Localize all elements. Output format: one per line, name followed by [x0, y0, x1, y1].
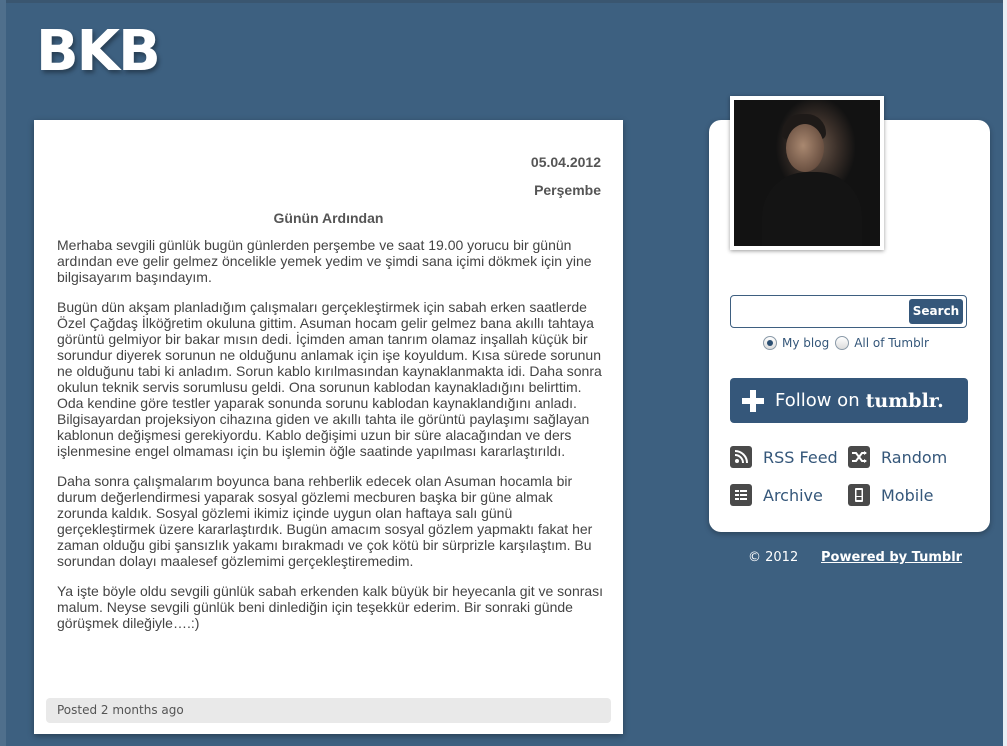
- scope-all-radio[interactable]: [835, 336, 850, 350]
- post-paragraph: Ya işte böyle oldu sevgili günlük sabah …: [57, 583, 604, 631]
- mobile-link[interactable]: Mobile: [848, 484, 933, 506]
- scope-my-blog-label[interactable]: My blog: [782, 336, 829, 350]
- window-frame-left: [0, 0, 6, 746]
- mobile-label: Mobile: [881, 485, 934, 505]
- window-frame-right: [1003, 0, 1007, 746]
- random-link[interactable]: Random: [848, 446, 947, 468]
- window-frame-top: [0, 0, 1007, 3]
- follow-label: Follow on: [775, 390, 860, 411]
- powered-by-tumblr-link[interactable]: Powered by Tumblr: [821, 550, 962, 565]
- scope-all-label[interactable]: All of Tumblr: [854, 336, 929, 350]
- avatar-face: [786, 124, 824, 172]
- rss-feed-label: RSS Feed: [763, 447, 838, 467]
- blog-title[interactable]: BKB: [36, 20, 161, 84]
- post-permalink[interactable]: Posted 2 months ago: [46, 698, 611, 723]
- avatar[interactable]: [730, 96, 884, 250]
- search-input[interactable]: Search: [730, 295, 967, 328]
- scope-my-blog-radio[interactable]: [763, 336, 777, 350]
- post-date: 05.04.2012: [530, 154, 601, 170]
- rss-icon: [730, 446, 752, 468]
- plus-icon: [742, 389, 764, 412]
- avatar-torso: [762, 172, 862, 246]
- post-card: 05.04.2012 Perşembe Günün Ardından Merha…: [34, 120, 623, 734]
- post-paragraph: Bugün dün akşam planladığım çalışmaları …: [57, 299, 602, 459]
- post-body: Merhaba sevgili günlük bugün günlerden p…: [57, 237, 604, 645]
- archive-icon: [730, 484, 752, 506]
- post-paragraph: Merhaba sevgili günlük bugün günlerden p…: [57, 237, 592, 285]
- post-paragraph: Daha sonra çalışmalarım boyunca bana reh…: [57, 473, 593, 569]
- copyright: © 2012: [748, 550, 799, 565]
- shuffle-icon: [848, 446, 870, 468]
- rss-feed-link[interactable]: RSS Feed: [730, 446, 838, 468]
- tumblr-logo: tumblr.: [865, 389, 944, 412]
- post-title: Günün Ardından: [273, 210, 384, 226]
- post-day: Perşembe: [534, 182, 601, 198]
- archive-link[interactable]: Archive: [730, 484, 823, 506]
- follow-button[interactable]: Follow on tumblr.: [730, 378, 968, 423]
- random-label: Random: [881, 447, 948, 467]
- archive-label: Archive: [763, 485, 823, 505]
- search-button[interactable]: Search: [909, 299, 963, 324]
- search-scope: My blog All of Tumblr: [763, 336, 929, 350]
- mobile-icon: [848, 484, 870, 506]
